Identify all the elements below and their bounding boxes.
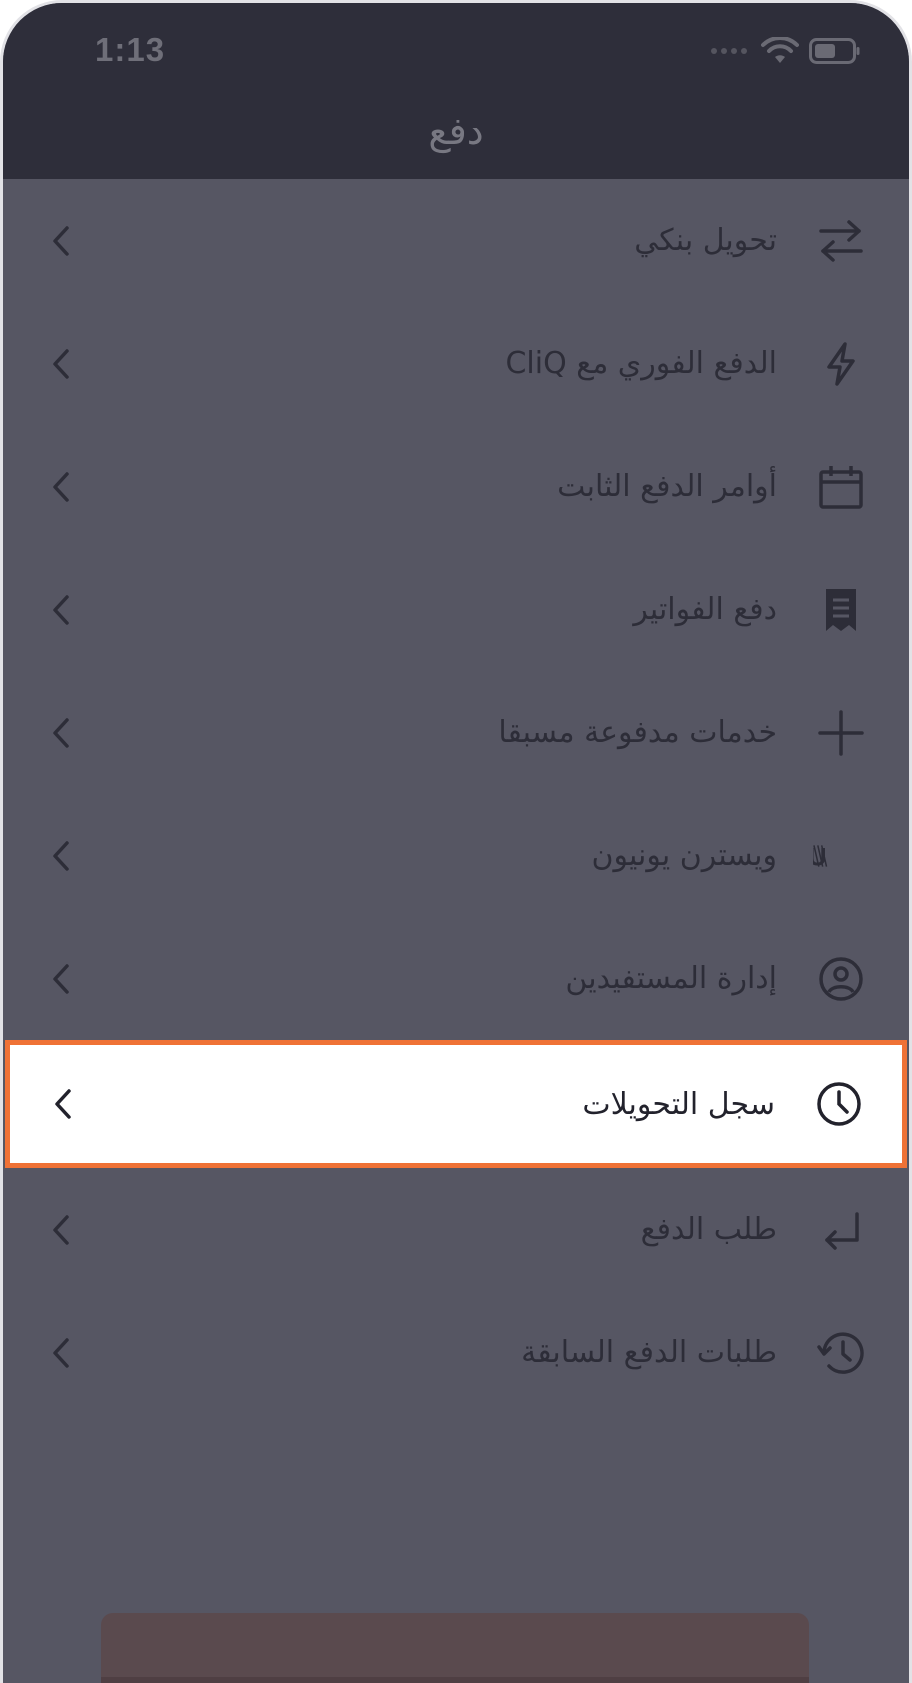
return-arrow-icon: [813, 1202, 869, 1258]
menu-item-western-union[interactable]: WU ويسترن يونيون: [3, 794, 909, 917]
menu-item-label: إدارة المستفيدين: [565, 961, 777, 996]
phone-screen: 1:13 دفع تحويل بنكي الدفع الفوري مع CliQ…: [0, 0, 912, 1683]
menu-item-payment-request[interactable]: طلب الدفع: [3, 1168, 909, 1291]
signal-dots-icon: [711, 48, 747, 54]
receipt-icon: [813, 582, 869, 638]
chevron-left-icon: [43, 838, 79, 874]
chevron-left-icon: [43, 961, 79, 997]
menu-item-beneficiaries[interactable]: إدارة المستفيدين: [3, 917, 909, 1040]
menu-item-bank-transfer[interactable]: تحويل بنكي: [3, 179, 909, 302]
chevron-left-icon: [43, 346, 79, 382]
menu-item-transfer-history[interactable]: سجل التحويلات: [5, 1040, 907, 1168]
menu-item-label: طلبات الدفع السابقة: [521, 1335, 777, 1370]
chevron-left-icon: [43, 592, 79, 628]
menu-item-label: طلب الدفع: [640, 1212, 777, 1247]
menu-item-label: ويسترن يونيون: [591, 838, 777, 873]
battery-icon: [809, 38, 861, 64]
user-circle-icon: [813, 951, 869, 1007]
payment-menu: تحويل بنكي الدفع الفوري مع CliQ أوامر ال…: [3, 179, 909, 1414]
calendar-icon: [813, 459, 869, 515]
bottom-bar-stripe: [101, 1677, 809, 1683]
menu-item-label: الدفع الفوري مع CliQ: [505, 346, 777, 381]
chevron-left-icon: [43, 469, 79, 505]
history-icon: [813, 1325, 869, 1381]
status-time: 1:13: [95, 31, 166, 68]
top-bar: 1:13 دفع: [3, 3, 909, 179]
chevron-left-icon: [43, 1212, 79, 1248]
chevron-left-icon: [43, 1335, 79, 1371]
status-icons: [711, 37, 861, 65]
menu-item-label: دفع الفواتير: [633, 592, 777, 627]
wifi-icon: [761, 37, 799, 65]
clock-icon: [811, 1076, 867, 1132]
menu-item-label: خدمات مدفوعة مسبقا: [498, 715, 777, 750]
chevron-left-icon: [45, 1086, 81, 1122]
transfer-arrows-icon: [813, 213, 869, 269]
bottom-action-bar: [101, 1613, 809, 1683]
plus-icon: [813, 705, 869, 761]
page-title: دفع: [428, 109, 484, 153]
lightning-icon: [813, 336, 869, 392]
menu-item-prepaid-services[interactable]: خدمات مدفوعة مسبقا: [3, 671, 909, 794]
svg-text:WU: WU: [813, 843, 827, 868]
wu-logo-icon: WU: [813, 828, 869, 884]
menu-item-bill-payment[interactable]: دفع الفواتير: [3, 548, 909, 671]
chevron-left-icon: [43, 223, 79, 259]
menu-item-label: تحويل بنكي: [634, 223, 777, 258]
menu-item-cliq[interactable]: الدفع الفوري مع CliQ: [3, 302, 909, 425]
menu-item-label: سجل التحويلات: [582, 1086, 775, 1122]
menu-item-previous-requests[interactable]: طلبات الدفع السابقة: [3, 1291, 909, 1414]
menu-item-label: أوامر الدفع الثابت: [557, 469, 777, 504]
menu-item-standing-orders[interactable]: أوامر الدفع الثابت: [3, 425, 909, 548]
chevron-left-icon: [43, 715, 79, 751]
